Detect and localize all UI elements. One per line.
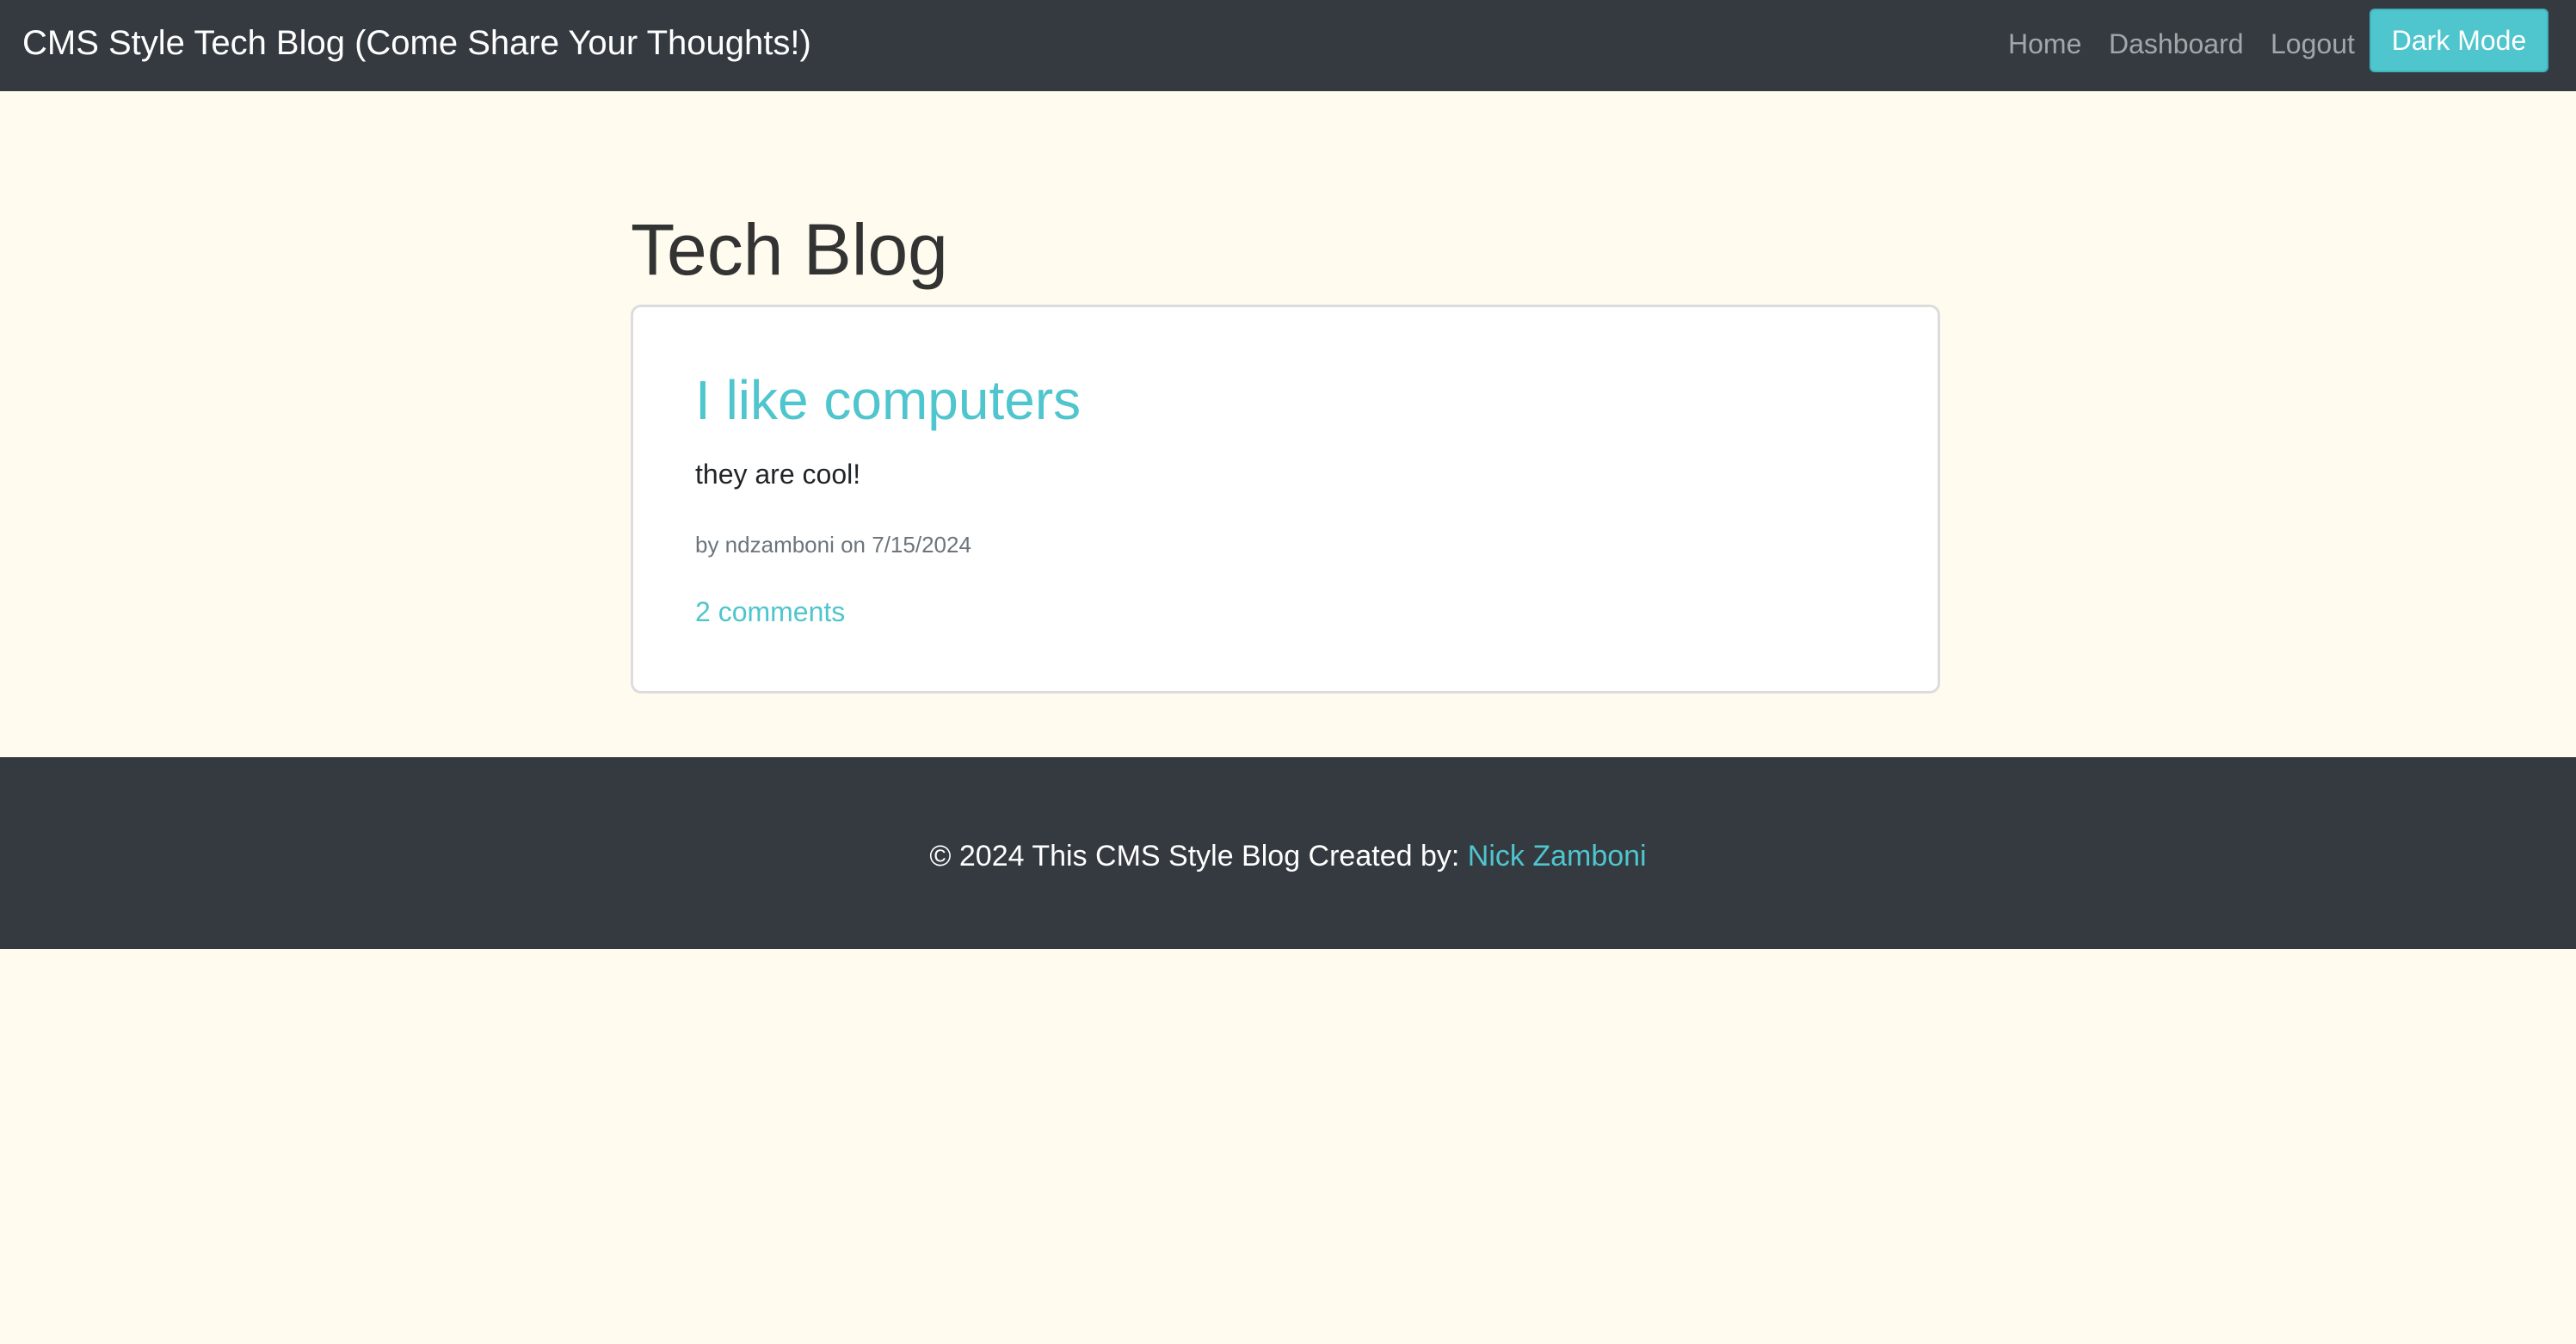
navbar-brand[interactable]: CMS Style Tech Blog (Come Share Your Tho…: [22, 22, 811, 64]
post-body: they are cool!: [695, 459, 861, 490]
dark-mode-button[interactable]: Dark Mode: [2370, 9, 2548, 72]
post-comments-link[interactable]: 2 comments: [695, 595, 845, 629]
footer-author-link[interactable]: Nick Zamboni: [1468, 840, 1647, 872]
footer-copyright: © 2024 This CMS Style Blog Created by:: [929, 840, 1468, 872]
footer-text: © 2024 This CMS Style Blog Created by: N…: [0, 838, 2576, 874]
navbar: CMS Style Tech Blog (Come Share Your Tho…: [0, 0, 2576, 91]
post-title[interactable]: I like computers: [695, 367, 1081, 433]
nav-link-logout[interactable]: Logout: [2271, 28, 2355, 60]
page-title: Tech Blog: [631, 209, 948, 290]
nav-link-dashboard[interactable]: Dashboard: [2109, 28, 2244, 60]
post-meta: by ndzamboni on 7/15/2024: [695, 532, 971, 558]
nav-link-home[interactable]: Home: [2008, 28, 2081, 60]
footer: © 2024 This CMS Style Blog Created by: N…: [0, 757, 2576, 949]
post-card: I like computers they are cool! by ndzam…: [631, 305, 1940, 694]
